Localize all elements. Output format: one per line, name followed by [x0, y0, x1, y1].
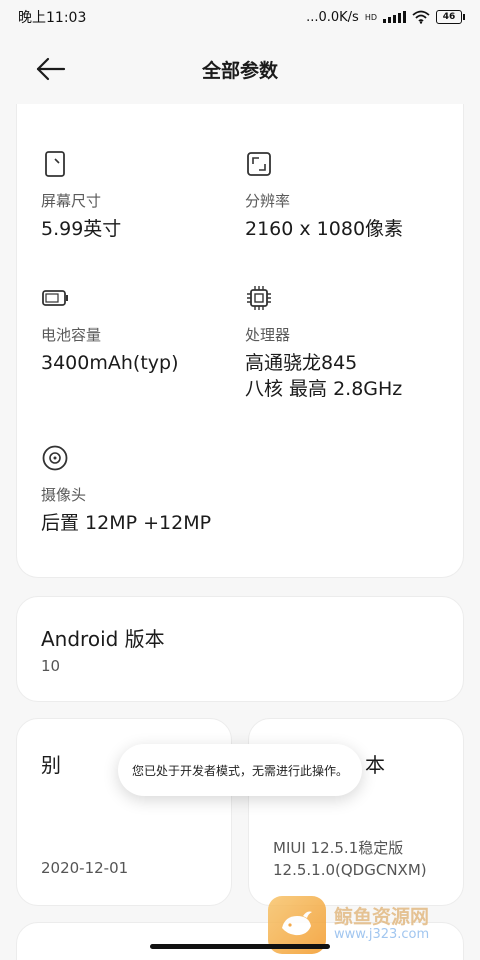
android-version-card[interactable]: Android 版本 10	[16, 596, 464, 702]
spec-resolution: 分辨率 2160 x 1080像素	[245, 150, 403, 243]
spec-screen-size: 屏幕尺寸 5.99英寸	[41, 150, 121, 243]
spec-value-line2: 八核 最高 2.8GHz	[245, 377, 403, 400]
miui-version-title: 本	[365, 753, 385, 777]
status-time: 晚上11:03	[18, 10, 87, 26]
network-speed: ...0.0K/s	[306, 9, 359, 25]
next-info-card[interactable]	[16, 922, 464, 960]
toast-message: 您已处于开发者模式，无需进行此操作。	[118, 744, 362, 796]
phone-screen-icon	[45, 151, 65, 177]
security-patch-title: 别	[41, 753, 61, 777]
spec-value-line1: 高通骁龙845	[245, 352, 358, 374]
network-type: HD	[364, 12, 377, 22]
battery-status-icon: 46	[436, 10, 465, 24]
spec-label: 电池容量	[41, 326, 102, 344]
page-title: 全部参数	[201, 59, 278, 82]
android-version-title: Android 版本	[41, 627, 165, 651]
wifi-icon	[412, 10, 430, 24]
spec-value: 3400mAh(typ)	[41, 352, 179, 374]
phone-screen: 晚上11:03 ...0.0K/s HD 46 全部参数 屏幕尺寸 5.99英寸…	[0, 0, 480, 960]
spec-value: 后置 12MP +12MP	[41, 512, 212, 534]
spec-processor: 处理器 高通骁龙845 八核 最高 2.8GHz	[245, 284, 402, 402]
status-bar: 晚上11:03 ...0.0K/s HD 46	[0, 0, 480, 34]
android-version-value: 10	[41, 657, 61, 675]
spec-value: 5.99英寸	[41, 218, 122, 240]
camera-lens-icon	[42, 445, 68, 471]
spec-label: 分辨率	[245, 192, 291, 210]
spec-label: 屏幕尺寸	[41, 192, 102, 210]
spec-label: 摄像头	[41, 486, 87, 504]
security-patch-value: 2020-12-01	[41, 859, 129, 877]
arrow-left-icon[interactable]	[34, 54, 68, 84]
battery-icon	[42, 290, 68, 306]
resolution-icon	[247, 152, 271, 176]
specs-card: 屏幕尺寸 5.99英寸 分辨率 2160 x 1080像素 电池容量 3400m…	[16, 104, 464, 578]
spec-label: 处理器	[245, 326, 291, 344]
spec-camera: 摄像头 后置 12MP +12MP	[41, 444, 211, 537]
chip-icon	[247, 286, 271, 310]
status-icons: ...0.0K/s HD 46	[306, 9, 465, 25]
app-header: 全部参数	[0, 40, 480, 98]
spec-value: 2160 x 1080像素	[245, 218, 404, 240]
home-indicator[interactable]	[150, 944, 330, 949]
spec-battery: 电池容量 3400mAh(typ)	[41, 284, 178, 377]
cellular-signal-icon	[383, 11, 406, 23]
miui-build-value: 12.5.1.0(QDGCNXM)	[273, 861, 427, 879]
miui-version-value: MIUI 12.5.1稳定版	[273, 839, 404, 857]
